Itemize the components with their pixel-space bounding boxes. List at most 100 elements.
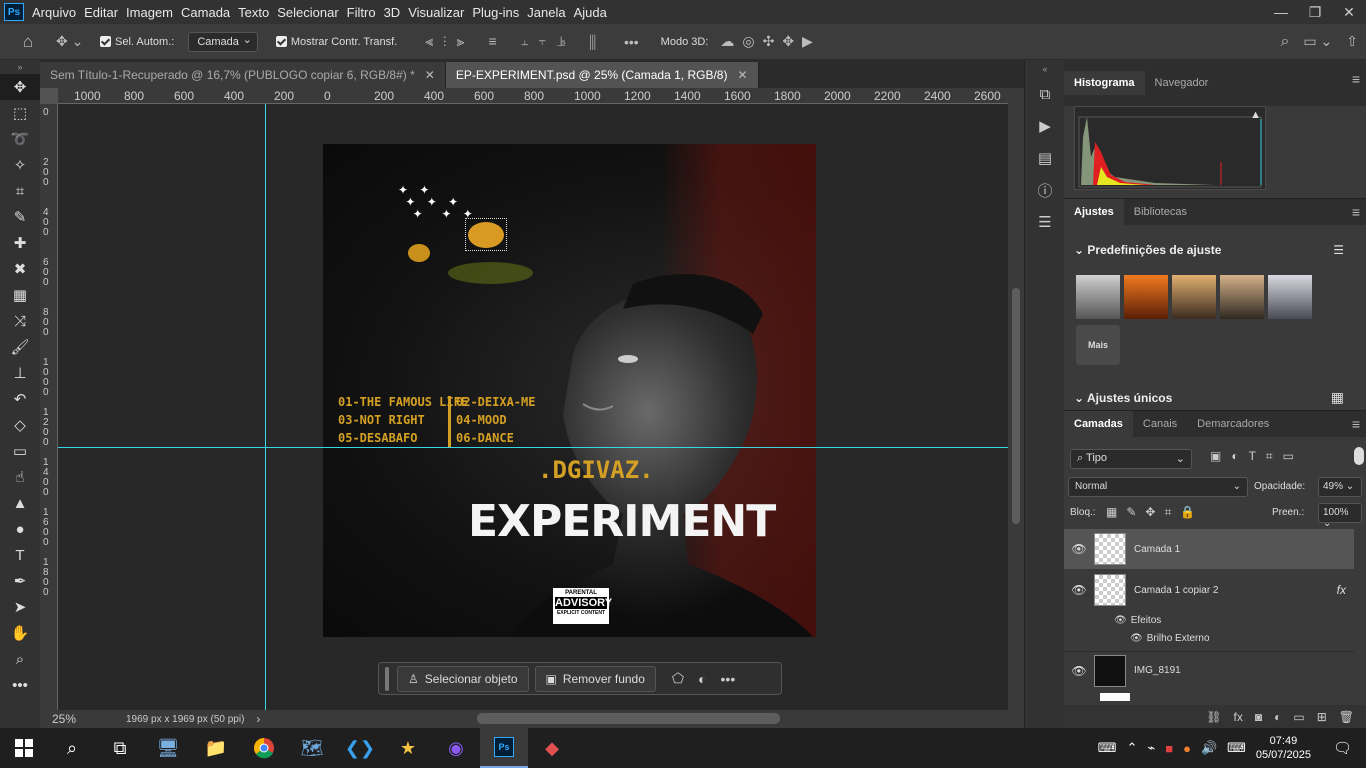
app-icon[interactable]: ◆ bbox=[528, 728, 576, 768]
tab-libraries[interactable]: Bibliotecas bbox=[1124, 199, 1197, 225]
patch-tool[interactable]: ▦ bbox=[0, 282, 40, 308]
computer-icon[interactable]: 🖥 bbox=[144, 728, 192, 768]
crop-tool[interactable]: ⌗ bbox=[0, 178, 40, 204]
task-view-icon[interactable]: ⧉ bbox=[96, 728, 144, 768]
path-selection-tool[interactable]: ➤ bbox=[0, 594, 40, 620]
canvas-area[interactable]: ✦ ✦ ✦ ✦ ✦ ✦ ✦ ✦ 01-THE FAMOUS LIFE 03-NO… bbox=[58, 104, 1008, 710]
add-style-icon[interactable]: fx bbox=[1234, 710, 1243, 724]
tab-navigator[interactable]: Navegador bbox=[1145, 71, 1219, 95]
star-app-icon[interactable]: ★ bbox=[384, 728, 432, 768]
collapse-icon[interactable]: « bbox=[1025, 60, 1065, 78]
auto-select-checkbox[interactable]: Sel. Autom.: bbox=[100, 36, 174, 48]
transform-box[interactable] bbox=[465, 218, 507, 251]
github-icon[interactable]: ◉ bbox=[432, 728, 480, 768]
menu-visualizar[interactable]: Visualizar bbox=[408, 5, 472, 20]
select-subject-button[interactable]: ♙ Selecionar objeto bbox=[397, 665, 529, 692]
adjust-presets-header[interactable]: ⌄ Predefinições de ajuste bbox=[1074, 243, 1221, 257]
history-icon[interactable]: ⧉ bbox=[1025, 78, 1065, 110]
search-icon[interactable]: ⌕ bbox=[48, 728, 96, 768]
layer-row[interactable]: 👁 Camada 1 copiar 2 fx bbox=[1064, 571, 1354, 609]
list-view-icon[interactable]: ☰ bbox=[1333, 243, 1344, 257]
visibility-eye-icon[interactable]: 👁 bbox=[1064, 542, 1094, 556]
tab-channels[interactable]: Canais bbox=[1133, 411, 1187, 437]
effect-item-row[interactable]: 👁 Brilho Externo bbox=[1064, 629, 1354, 647]
layer-filter-dropdown[interactable]: ⌕ Tipo ⌄ bbox=[1070, 449, 1192, 469]
photoshop-taskbar-icon[interactable]: Ps bbox=[480, 728, 528, 768]
content-aware-move-tool[interactable]: ⤨ bbox=[0, 308, 40, 334]
layer-row[interactable]: 👁 Camada 1 bbox=[1064, 529, 1354, 569]
horizontal-ruler[interactable]: 1000 800 600 400 200 0 200 400 600 800 1000 1200 140… bbox=[58, 88, 1008, 104]
zoom-tool[interactable]: ⌕ bbox=[0, 646, 40, 672]
preset-thumbnail[interactable] bbox=[1076, 275, 1120, 319]
move-tool-icon[interactable]: ✥ ⌄ bbox=[56, 33, 96, 50]
single-adjust-header[interactable]: ⌄ Ajustes únicos bbox=[1074, 391, 1172, 405]
tab-histogram[interactable]: Histograma bbox=[1064, 71, 1145, 95]
menu-editar[interactable]: Editar bbox=[84, 5, 126, 20]
delete-layer-icon[interactable]: 🗑 bbox=[1339, 710, 1354, 724]
layer-effects-icon[interactable]: fx bbox=[1337, 583, 1346, 597]
transform-icon[interactable]: ⬠ bbox=[672, 670, 684, 687]
move-tool[interactable]: ✥ bbox=[0, 74, 40, 100]
add-mask-icon[interactable]: ◙ bbox=[1255, 710, 1262, 724]
opacity-input[interactable]: 49% ⌄ bbox=[1318, 477, 1362, 497]
chevron-up-icon[interactable]: ⌃ bbox=[1126, 740, 1137, 756]
preset-thumbnail[interactable] bbox=[1124, 275, 1168, 319]
menu-imagem[interactable]: Imagem bbox=[126, 5, 181, 20]
menu-arquivo[interactable]: Arquivo bbox=[32, 5, 84, 20]
hand-tool[interactable]: ✋ bbox=[0, 620, 40, 646]
magic-wand-tool[interactable]: ✧ bbox=[0, 152, 40, 178]
smudge-tool[interactable]: ☝ bbox=[0, 464, 40, 490]
eyedropper-tool[interactable]: ✎ bbox=[0, 204, 40, 230]
security-icon[interactable]: ■ bbox=[1165, 741, 1173, 756]
fill-input[interactable]: 100% ⌄ bbox=[1318, 503, 1362, 529]
home-icon[interactable]: ⌂ bbox=[0, 32, 56, 52]
share-icon[interactable]: ⇧ bbox=[1346, 33, 1358, 50]
file-explorer-icon[interactable]: 📁 bbox=[192, 728, 240, 768]
pen-tool[interactable]: ✒ bbox=[0, 568, 40, 594]
menu-texto[interactable]: Texto bbox=[238, 5, 277, 20]
windows-start-icon[interactable] bbox=[0, 728, 48, 768]
tab-layers[interactable]: Camadas bbox=[1064, 411, 1133, 437]
menu-camada[interactable]: Camada bbox=[181, 5, 238, 20]
menu-selecionar[interactable]: Selecionar bbox=[277, 5, 346, 20]
horizontal-guide[interactable] bbox=[58, 447, 1008, 448]
notification-icon[interactable]: 🗨 bbox=[1333, 739, 1352, 757]
vertical-scrollbar[interactable] bbox=[1008, 88, 1024, 710]
horizontal-scrollbar-thumb[interactable] bbox=[477, 713, 780, 724]
preset-thumbnail[interactable] bbox=[1268, 275, 1312, 319]
visibility-eye-icon[interactable]: 👁 bbox=[1114, 615, 1127, 626]
dodge-tool[interactable]: ● bbox=[0, 516, 40, 542]
vertical-guide[interactable] bbox=[265, 104, 266, 710]
clone-source-icon[interactable]: ☰ bbox=[1025, 206, 1065, 238]
menu-plugins[interactable]: Plug-ins bbox=[472, 5, 527, 20]
adjustment-icon[interactable]: ◐ bbox=[698, 671, 706, 687]
more-presets-button[interactable]: Mais bbox=[1076, 325, 1120, 365]
zoom-level[interactable]: 25% bbox=[52, 712, 102, 726]
restore-button[interactable]: ❐ bbox=[1298, 4, 1332, 21]
blend-mode-dropdown[interactable]: Normal ⌄ bbox=[1068, 477, 1248, 497]
preset-thumbnail[interactable] bbox=[1172, 275, 1216, 319]
network-icon[interactable]: ⌁ bbox=[1147, 740, 1155, 756]
play-actions-icon[interactable]: ▶ bbox=[1025, 110, 1065, 142]
bandage-tool[interactable]: ✖ bbox=[0, 256, 40, 282]
sharpen-tool[interactable]: ▲ bbox=[0, 490, 40, 516]
new-group-icon[interactable]: ▭ bbox=[1293, 710, 1304, 724]
tab-adjustments[interactable]: Ajustes bbox=[1064, 199, 1124, 225]
filter-toggle[interactable] bbox=[1354, 447, 1364, 465]
lock-icons[interactable]: ▦✎✥⌗🔒 bbox=[1106, 505, 1204, 520]
close-tab-icon[interactable]: ✕ bbox=[737, 68, 747, 82]
effects-row[interactable]: 👁 Efeitos bbox=[1064, 611, 1354, 629]
new-layer-icon[interactable]: ⊞ bbox=[1317, 710, 1327, 724]
visibility-eye-icon[interactable]: 👁 bbox=[1064, 664, 1094, 678]
photoshop-logo-icon[interactable]: Ps bbox=[4, 3, 24, 21]
more-tools-icon[interactable]: ••• bbox=[0, 672, 40, 698]
new-adjustment-icon[interactable]: ◐ bbox=[1274, 710, 1281, 724]
brush-tool[interactable]: 🖌 bbox=[0, 334, 40, 360]
type-tool[interactable]: T bbox=[0, 542, 40, 568]
align-icons[interactable]: ⫷⫶⫸ ≡ ⫠⫟⫡ ⫼ bbox=[425, 33, 606, 50]
marquee-tool[interactable]: ⬚ bbox=[0, 100, 40, 126]
layer-filter-icons[interactable]: ▣◐T⌗▭ bbox=[1210, 449, 1304, 464]
menu-janela[interactable]: Janela bbox=[527, 5, 573, 20]
history-brush-tool[interactable]: ↶ bbox=[0, 386, 40, 412]
chrome-icon[interactable] bbox=[240, 728, 288, 768]
